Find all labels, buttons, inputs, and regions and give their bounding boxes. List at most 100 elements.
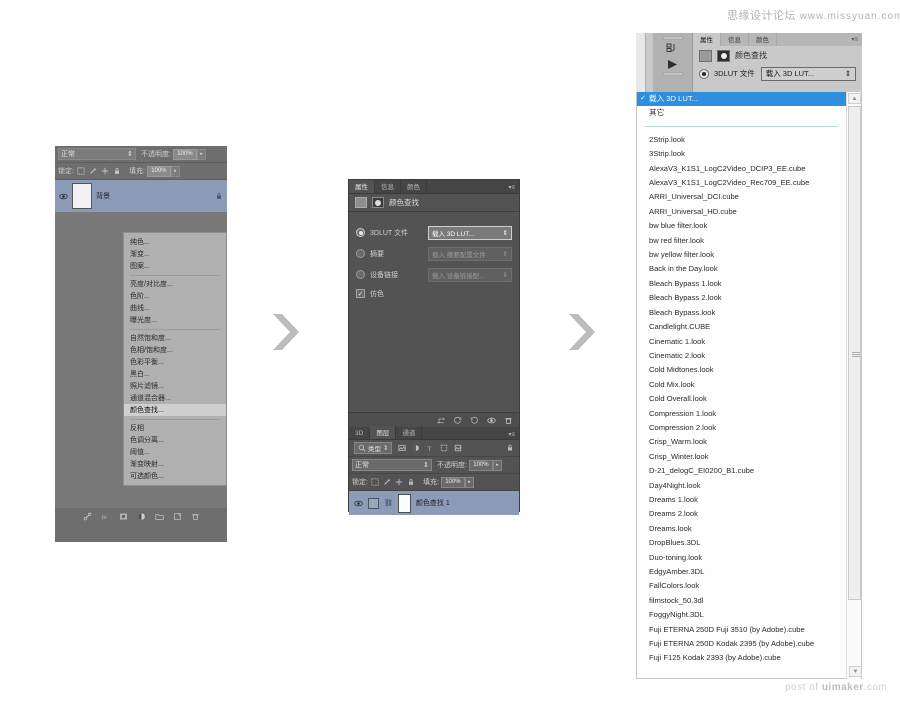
layer-mask-thumbnail[interactable]: [397, 493, 411, 513]
lut-option[interactable]: ARRI_Universal_DCI.cube: [637, 190, 846, 204]
radio-abstract[interactable]: [356, 249, 365, 258]
panel-menu-icon[interactable]: ▾≡: [508, 184, 515, 191]
lut-option[interactable]: 3Strip.look: [637, 147, 846, 161]
menu-item-16[interactable]: 阈值...: [124, 446, 226, 458]
view-previous-state-icon[interactable]: [453, 416, 462, 425]
opacity-stepper[interactable]: ▸: [196, 148, 206, 160]
lut-option[interactable]: 2Strip.look: [637, 133, 846, 147]
device-link-row[interactable]: 设备链接 载入 设备链接配... ⇕: [356, 266, 512, 283]
adjustment-layer-thumbnail[interactable]: [368, 497, 379, 509]
lut-option[interactable]: Cinematic 1.look: [637, 335, 846, 349]
menu-item-7[interactable]: 自然饱和度...: [124, 332, 226, 344]
menu-item-8[interactable]: 色相/饱和度...: [124, 344, 226, 356]
lut-option[interactable]: Fuji ETERNA 250D Kodak 2395 (by Adobe).c…: [637, 637, 846, 651]
lut-option[interactable]: AlexaV3_K1S1_LogC2Video_DCIP3_EE.cube: [637, 162, 846, 176]
menu-item-14[interactable]: 反相: [124, 422, 226, 434]
blend-mode-select[interactable]: 正常 ⇕: [58, 148, 136, 160]
smart-object-filter-icon[interactable]: [454, 444, 462, 452]
lut-option[interactable]: bw red filter.look: [637, 234, 846, 248]
menu-item-13[interactable]: 颜色查找...: [124, 404, 226, 416]
fill-value-2[interactable]: 100%: [440, 476, 465, 488]
lut-option[interactable]: Bleach Bypass.look: [637, 306, 846, 320]
lock-position-icon[interactable]: [395, 478, 403, 486]
menu-item-12[interactable]: 通道混合器...: [124, 392, 226, 404]
lut-option[interactable]: D-21_delogC_EI0200_B1.cube: [637, 464, 846, 478]
lut-option[interactable]: Crisp_Winter.look: [637, 450, 846, 464]
menu-item-4[interactable]: 色阶...: [124, 290, 226, 302]
lut-dropdown-list[interactable]: 载入 3D LUT...其它2Strip.look3Strip.lookAlex…: [636, 92, 862, 679]
lut-option[interactable]: filmstock_50.3dl: [637, 594, 846, 608]
dither-row[interactable]: ✓ 仿色: [356, 287, 512, 300]
link-icon[interactable]: ⛓: [384, 499, 393, 507]
filter-toggle-icon[interactable]: [506, 444, 514, 452]
panel-menu-icon[interactable]: ▾≡: [851, 36, 858, 43]
lut-option[interactable]: Dreams 1.look: [637, 493, 846, 507]
lut-option[interactable]: DropBlues.3DL: [637, 536, 846, 550]
visibility-icon[interactable]: [487, 416, 496, 425]
delete-icon[interactable]: [191, 512, 200, 521]
scroll-down-button[interactable]: ▼: [849, 666, 862, 677]
menu-item-15[interactable]: 色调分离...: [124, 434, 226, 446]
radio-3dlut-file-3[interactable]: [699, 68, 709, 79]
tab-2[interactable]: 颜色: [749, 32, 777, 46]
fill-stepper-2[interactable]: ▸: [464, 476, 474, 488]
select-3dlut-file[interactable]: 载入 3D LUT... ⇕: [428, 225, 512, 240]
lut-option[interactable]: bw blue filter.look: [637, 219, 846, 233]
lut-option[interactable]: Candlelight.CUBE: [637, 320, 846, 334]
layer-thumbnail[interactable]: [72, 183, 92, 209]
fx-icon[interactable]: fx: [101, 512, 110, 521]
lut-option[interactable]: Bleach Bypass 1.look: [637, 277, 846, 291]
select-device-link[interactable]: 载入 设备链接配... ⇕: [428, 267, 512, 282]
layer-filter-type-select[interactable]: 类型 ⇕: [354, 442, 393, 454]
delete-icon[interactable]: [504, 416, 513, 425]
lock-transparent-pixels-icon[interactable]: [371, 478, 379, 486]
eye-icon[interactable]: [354, 499, 363, 508]
lut-file-row-3[interactable]: 3DLUT 文件 载入 3D LUT... ⇕: [693, 65, 862, 82]
opacity-value-2[interactable]: 100%: [468, 459, 493, 471]
lut-option[interactable]: Duo-toning.look: [637, 551, 846, 565]
lock-all-icon[interactable]: [407, 478, 415, 486]
lock-all-icon[interactable]: [113, 167, 121, 175]
menu-item-17[interactable]: 渐变映射...: [124, 458, 226, 470]
menu-item-0[interactable]: 纯色...: [124, 236, 226, 248]
lut-option[interactable]: Fuji F125 Kodak 2393 (by Adobe).cube: [637, 651, 846, 665]
tab-1[interactable]: 图层: [370, 425, 397, 439]
menu-item-11[interactable]: 照片滤镜...: [124, 380, 226, 392]
lut-option[interactable]: Compression 1.look: [637, 407, 846, 421]
pixel-layer-filter-icon[interactable]: [398, 444, 407, 452]
lut-option[interactable]: Back in the Day.look: [637, 262, 846, 276]
blend-mode-select-2[interactable]: 正常 ⇕: [352, 459, 432, 471]
lut-option[interactable]: Cold Mix.look: [637, 378, 846, 392]
adjustment-layer-menu[interactable]: 纯色... 渐变... 图案... 亮度/对比度... 色阶... 曲线... 曝光度...…: [123, 232, 227, 486]
lock-image-pixels-icon[interactable]: [89, 167, 97, 175]
layers-panel-menu-icon[interactable]: ▾≡: [508, 431, 515, 438]
eye-icon[interactable]: [59, 192, 68, 201]
lut-option[interactable]: Dreams 2.look: [637, 507, 846, 521]
layer-mask-icon[interactable]: [372, 197, 384, 208]
menu-item-3[interactable]: 亮度/对比度...: [124, 278, 226, 290]
radio-3dlut-file[interactable]: [356, 228, 365, 237]
reset-icon[interactable]: [470, 416, 479, 425]
lut-option[interactable]: bw yellow filter.look: [637, 248, 846, 262]
group-icon[interactable]: [154, 512, 164, 521]
menu-item-2[interactable]: 图案...: [124, 260, 226, 272]
new-layer-icon[interactable]: [173, 512, 182, 521]
lut-option[interactable]: EdgyAmber.3DL: [637, 565, 846, 579]
layers-tabstrip[interactable]: ▾≡ 3D 图层 通道: [349, 425, 519, 440]
tab-0[interactable]: 3D: [349, 428, 371, 439]
radio-device-link[interactable]: [356, 270, 365, 279]
lut-option[interactable]: Cold Midtones.look: [637, 363, 846, 377]
lut-option[interactable]: Cold Overall.look: [637, 392, 846, 406]
abstract-row[interactable]: 摘要 载入 摘要配置文件 ⇕: [356, 245, 512, 262]
lut-top-option-1[interactable]: 其它: [637, 106, 846, 120]
tab-1[interactable]: 信息: [721, 32, 749, 46]
lut-option[interactable]: Bleach Bypass 2.look: [637, 291, 846, 305]
properties-tabstrip-3[interactable]: ▾≡ 属性 信息 颜色: [693, 32, 862, 46]
menu-item-6[interactable]: 曝光度...: [124, 314, 226, 326]
properties-tabstrip[interactable]: ▾≡ 属性 信息 颜色: [349, 179, 519, 194]
select-abstract[interactable]: 载入 摘要配置文件 ⇕: [428, 246, 512, 261]
tab-0[interactable]: 属性: [349, 179, 375, 193]
layer-mask-icon[interactable]: [717, 49, 730, 62]
fill-value[interactable]: 100%: [146, 165, 171, 177]
lut-option[interactable]: FallColors.look: [637, 579, 846, 593]
